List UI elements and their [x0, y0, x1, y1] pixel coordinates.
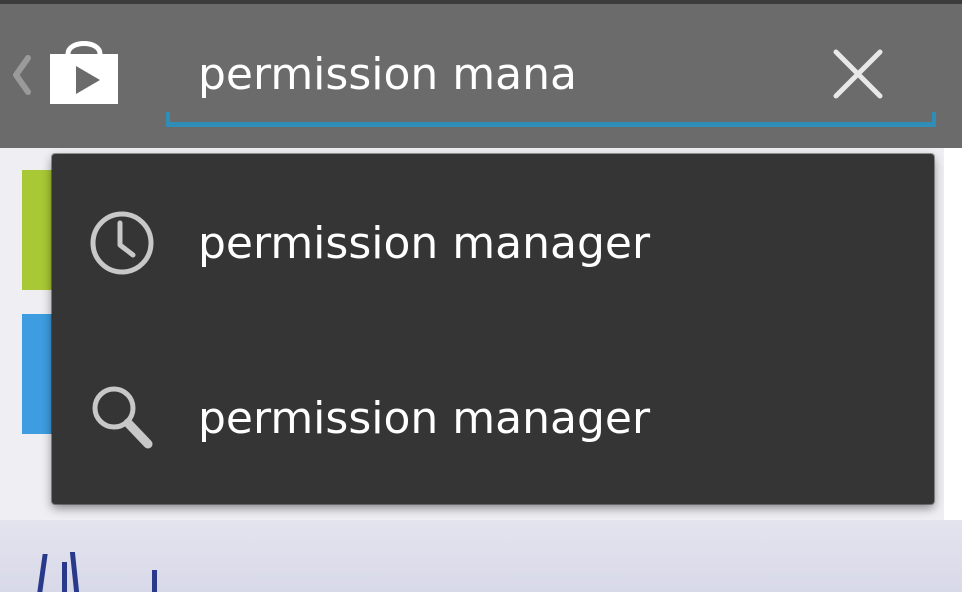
search-input[interactable]: [168, 40, 788, 110]
banner-graphic: [152, 570, 157, 592]
background-banner[interactable]: [0, 520, 962, 592]
suggestion-item-search[interactable]: permission manager: [52, 329, 934, 504]
status-divider: [0, 0, 962, 4]
search-suggestions-dropdown: permission manager permission manager: [52, 154, 934, 504]
banner-graphic: [62, 562, 67, 592]
screen: permission manager permission manager: [0, 0, 962, 592]
clock-icon: [90, 211, 154, 275]
suggestion-label: permission manager: [198, 393, 651, 444]
search-input-underline: [166, 112, 170, 126]
play-store-bag-icon[interactable]: [46, 34, 122, 106]
search-input-underline: [166, 122, 936, 127]
search-input-underline: [932, 112, 936, 126]
suggestion-item-recent[interactable]: permission manager: [52, 154, 934, 329]
banner-graphic: [69, 552, 80, 592]
action-bar: [0, 0, 962, 148]
chevron-left-icon[interactable]: [8, 52, 34, 98]
close-icon[interactable]: [826, 42, 890, 106]
suggestion-label: permission manager: [198, 218, 651, 269]
search-icon: [92, 386, 153, 449]
banner-graphic: [37, 554, 48, 592]
